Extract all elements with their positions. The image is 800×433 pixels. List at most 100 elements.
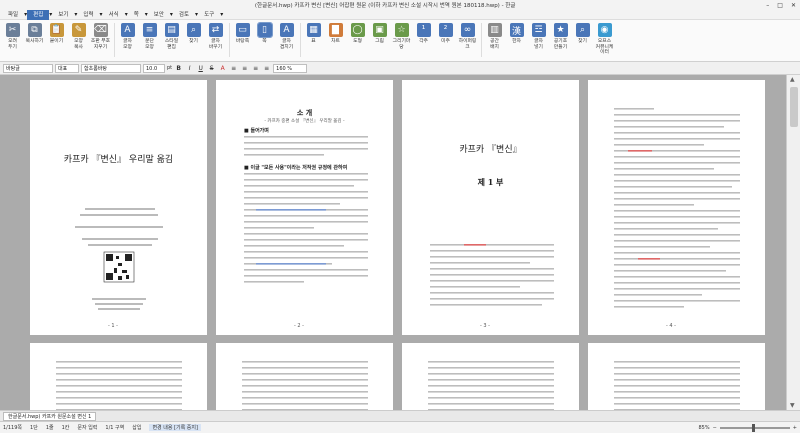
maximize-button[interactable]: □	[777, 2, 783, 9]
menu-item[interactable]: 도구	[198, 10, 220, 20]
ribbon-button[interactable]: ◉ 오프스 커뮤니케이터	[594, 23, 615, 61]
ribbon-toolbar: ✂ 오려 두기 ⧉ 복사하기 📋 붙이기 ✎ 모양 복사 ⌫ 조판 부호 지우기 A 글자 모양 ≡ 문단…	[0, 20, 800, 62]
underline-button[interactable]: U	[196, 64, 205, 73]
menu-item[interactable]: 입력	[77, 10, 99, 20]
font-size-input[interactable]: 10.0	[143, 63, 165, 73]
align-left-icon[interactable]: ≡	[229, 64, 238, 73]
ribbon-icon: ⌕	[186, 23, 201, 37]
ribbon-button[interactable]: ★ 공기호 만들기	[550, 23, 571, 61]
menu-item[interactable]: 서식	[103, 10, 125, 20]
text-line	[95, 303, 143, 305]
ribbon-button[interactable]: ⌕ 찾기	[572, 23, 593, 61]
ribbon-button[interactable]: ≡ 문단 모양	[139, 23, 160, 61]
minimize-button[interactable]: –	[766, 2, 769, 9]
font-size-unit: pt	[167, 65, 173, 71]
document-area[interactable]: 카프카 『변신』 우리말 옮김 - 1 - 소 개 - 카프카 중편 소설 『변…	[0, 75, 786, 410]
ribbon-button[interactable]: ▦ 표	[303, 23, 324, 61]
bold-button[interactable]: B	[174, 64, 183, 73]
ribbon-button[interactable]: ◯ 도형	[347, 23, 368, 61]
align-justify-icon[interactable]: ≡	[262, 64, 271, 73]
menu-item[interactable]: 쪽	[128, 10, 145, 20]
ribbon-label: 조판 부호 지우기	[90, 39, 111, 50]
zoom-out-icon[interactable]: −	[713, 425, 717, 431]
scroll-down-icon[interactable]: ▼	[790, 402, 795, 409]
ribbon-button[interactable]: ² 미주	[435, 23, 456, 61]
status-page[interactable]: 1/119쪽	[3, 424, 22, 431]
ribbon-button[interactable]: ☲ 글자 넣기	[528, 23, 549, 61]
page-3[interactable]: 카프카 『변신』 제 1 부 - 3 -	[402, 80, 579, 335]
menu-item[interactable]: 보기	[52, 10, 74, 20]
font-color-button[interactable]: A	[218, 64, 227, 73]
body-lines	[614, 108, 740, 308]
ribbon-button[interactable]: ▭ 바탕쪽	[232, 23, 253, 61]
page-7[interactable]	[402, 343, 579, 410]
body-lines	[428, 361, 554, 410]
line-spacing-select[interactable]: 160 %	[273, 63, 308, 73]
ribbon-icon: ☆	[394, 23, 409, 37]
document-tab[interactable]: 한글문서.hwp) 카프카 원문소설 변신 1	[3, 411, 97, 421]
page-5[interactable]	[30, 343, 207, 410]
text-line	[430, 292, 554, 294]
page-4[interactable]: - 4 -	[588, 80, 765, 335]
status-track-changes[interactable]: 변경 내용 [기록 중지]	[149, 424, 201, 431]
text-line	[614, 276, 740, 278]
highlight-mark	[464, 244, 486, 246]
status-section: 1단	[30, 425, 38, 431]
ribbon-separator	[114, 23, 115, 57]
ribbon-button[interactable]: A 글자 모양	[117, 23, 138, 61]
text-line	[430, 286, 520, 288]
menu-item[interactable]: 편집	[27, 9, 50, 20]
ribbon-button[interactable]: ☆ 그리기마당	[391, 23, 412, 61]
chapter-lines	[430, 244, 554, 306]
text-line	[244, 281, 304, 283]
page-2[interactable]: 소 개 - 카프카 중편 소설 『변신』 우리말 옮김 - ■ 들어가며 ■ 이…	[216, 80, 393, 335]
strike-button[interactable]: S	[207, 64, 216, 73]
ribbon-button[interactable]: ⇄ 글자 바꾸기	[205, 23, 226, 61]
scroll-thumb[interactable]	[790, 87, 798, 127]
ribbon-button[interactable]: 📋 붙이기	[46, 23, 67, 61]
ribbon-button[interactable]: ∞ 하이퍼링크	[457, 23, 478, 61]
text-line	[92, 298, 146, 300]
page-8[interactable]	[588, 343, 765, 410]
text-line	[614, 300, 740, 302]
text-line	[430, 244, 554, 246]
zoom-in-icon[interactable]: +	[793, 425, 797, 431]
ribbon-button[interactable]: ⧉ 복사하기	[24, 23, 45, 61]
zoom-slider[interactable]	[719, 423, 790, 432]
menu-item[interactable]: 보안	[148, 10, 170, 20]
ribbon-button[interactable]: ▇ 차트	[325, 23, 346, 61]
ribbon-button[interactable]: ▯ 쪽	[254, 22, 275, 61]
ribbon-button[interactable]: A 글자 겹치기	[276, 23, 297, 61]
zoom-knob[interactable]	[751, 423, 755, 432]
font-lang-select[interactable]: 대표	[55, 63, 79, 73]
ribbon-icon: ▭	[235, 23, 250, 37]
ribbon-button[interactable]: ▤ 스타일 편집	[161, 23, 182, 61]
close-button[interactable]: ✕	[791, 2, 796, 9]
page-1[interactable]: 카프카 『변신』 우리말 옮김 - 1 -	[30, 80, 207, 335]
zoom-level[interactable]: 85%	[698, 425, 709, 431]
status-mode[interactable]: 삽입	[132, 424, 141, 431]
scroll-up-icon[interactable]: ▲	[790, 76, 795, 83]
ribbon-button[interactable]: 漢 한자	[506, 23, 527, 61]
align-right-icon[interactable]: ≡	[251, 64, 260, 73]
ribbon-button[interactable]: ▣ 그림	[369, 23, 390, 61]
vertical-scrollbar[interactable]: ▲ ▼	[786, 75, 800, 410]
ribbon-button[interactable]: ✎ 모양 복사	[68, 23, 89, 61]
style-select[interactable]: 바탕글	[3, 63, 53, 73]
ribbon-label: 모양 복사	[74, 39, 83, 50]
ribbon-label: 도형	[353, 39, 362, 44]
ribbon-button[interactable]: ⌕ 찾기	[183, 23, 204, 61]
menu-item[interactable]: 파일	[2, 10, 24, 20]
italic-button[interactable]: I	[185, 64, 194, 73]
ribbon-icon: ²	[438, 23, 453, 37]
font-select[interactable]: 함초롬바탕	[81, 63, 141, 73]
ribbon-button[interactable]: ▥ 공간 배치	[484, 23, 505, 61]
align-center-icon[interactable]: ≡	[240, 64, 249, 73]
ribbon-button[interactable]: ⌫ 조판 부호 지우기	[90, 23, 111, 61]
ribbon-button[interactable]: ✂ 오려 두기	[2, 23, 23, 61]
text-line	[244, 251, 368, 253]
ribbon-button[interactable]: ¹ 각주	[413, 23, 434, 61]
menu-item[interactable]: 검토	[173, 10, 195, 20]
ribbon-label: 미주	[441, 39, 450, 44]
page-6[interactable]	[216, 343, 393, 410]
